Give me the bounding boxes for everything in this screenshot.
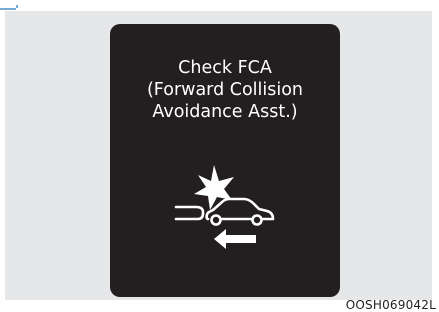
warning-line-3: Avoidance Asst.): [152, 102, 298, 122]
warning-line-2: (Forward Collision: [146, 80, 304, 100]
figure-code: OOSH069042L: [345, 298, 436, 312]
car-rear-icon: [174, 205, 205, 221]
illustration-frame: Check FCA (Forward Collision Avoidance A…: [0, 0, 439, 312]
arrow-left-icon: [214, 229, 256, 249]
star-burst-icon: [194, 165, 234, 210]
forward-collision-warning-icon: [172, 159, 278, 251]
car-front-icon: [205, 197, 275, 226]
top-accent-mark: [0, 0, 22, 10]
warning-line-1: Check FCA: [178, 58, 272, 78]
warning-message: Check FCA (Forward Collision Avoidance A…: [110, 57, 340, 123]
cluster-display: Check FCA (Forward Collision Avoidance A…: [110, 24, 340, 297]
